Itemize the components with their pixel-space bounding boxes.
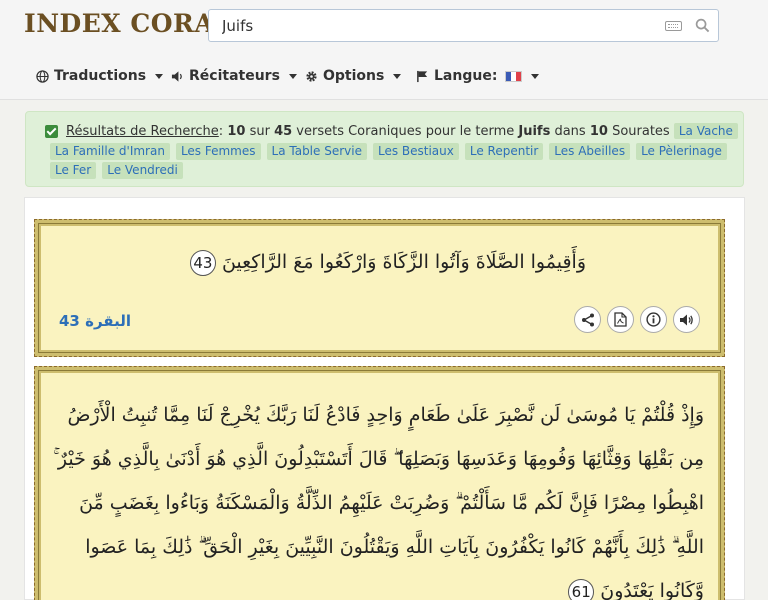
verse-reference[interactable]: البقرة 43 <box>59 312 131 330</box>
site-logo[interactable]: INDEX CORAN <box>24 9 238 38</box>
surah-tag[interactable]: Le Vendredi <box>102 162 183 179</box>
surah-tags-row-1: La Famille d'Imran Les Femmes La Table S… <box>50 143 727 160</box>
surah-tag[interactable]: Les Abeilles <box>549 143 631 160</box>
results-separator: : <box>218 123 224 139</box>
results-text-2: versets Coraniques pour le terme <box>296 123 515 139</box>
verse-line: وَّكَانُوا يَعْتَدُونَ <box>600 580 704 600</box>
verse-line: مِن بَقْلِهَا وَقِثَّائِهَا وَفُومِهَا و… <box>53 448 704 470</box>
verse-card: وَأَقِيمُوا الصَّلَاةَ وَآتُوا الزَّكَاة… <box>34 219 725 357</box>
verse-line: وَأَقِيمُوا الصَّلَاةَ وَآتُوا الزَّكَاة… <box>221 251 586 273</box>
share-button[interactable] <box>574 306 601 333</box>
surah-tag[interactable]: Les Femmes <box>175 143 261 160</box>
results-term: Juifs <box>518 123 551 139</box>
surah-tag[interactable]: Le Repentir <box>464 143 544 160</box>
info-icon <box>646 312 661 327</box>
chevron-down-icon <box>531 73 540 79</box>
language-menu[interactable]: Langue: <box>416 66 540 86</box>
verse-text: وَإِذْ قُلْتُمْ يَا مُوسَىٰ لَن نَّصْبِر… <box>53 393 704 600</box>
search-input[interactable] <box>209 10 649 41</box>
chevron-down-icon <box>288 73 297 79</box>
translations-menu[interactable]: Traductions <box>36 66 164 86</box>
results-link[interactable]: Résultats de Recherche <box>66 124 219 139</box>
keyboard-icon[interactable] <box>665 21 682 31</box>
options-menu[interactable]: Options <box>305 66 402 86</box>
check-icon <box>45 124 58 138</box>
translations-label: Traductions <box>54 68 147 84</box>
verse-text: وَأَقِيمُوا الصَّلَاةَ وَآتُوا الزَّكَاة… <box>189 250 586 276</box>
language-label: Langue: <box>434 68 498 84</box>
surah-tag[interactable]: La Famille d'Imran <box>50 143 170 160</box>
surah-tag[interactable]: Le Pèlerinage <box>636 143 727 160</box>
results-count: 10 <box>227 123 246 139</box>
verse-card: وَإِذْ قُلْتُمْ يَا مُوسَىٰ لَن نَّصْبِر… <box>34 366 725 600</box>
search-icon[interactable] <box>695 18 710 33</box>
results-total: 45 <box>274 123 293 139</box>
top-header: INDEX CORAN <box>0 0 768 50</box>
volume-icon <box>171 70 182 82</box>
chevron-down-icon <box>393 73 402 79</box>
gear-icon <box>306 70 317 82</box>
results-text-1: sur <box>249 123 270 139</box>
nav-bar: Traductions Récitateurs Options Langue: <box>0 50 768 100</box>
globe-icon <box>36 69 49 83</box>
verse-line: اهْبِطُوا مِصْرًا فَإِنَّ لَكُم مَّا سَأ… <box>79 492 704 514</box>
audio-icon <box>680 314 693 325</box>
results-text-4: Sourates <box>612 123 670 139</box>
share-icon <box>581 313 594 326</box>
audio-button[interactable] <box>673 306 700 333</box>
search-box <box>208 9 719 42</box>
surah-tags-row-2: Le Fer Le Vendredi <box>50 162 183 179</box>
ayah-number: 61 <box>568 579 595 600</box>
verse-line-last: وَّكَانُوا يَعْتَدُونَ 61 <box>55 569 704 600</box>
results-text-3: dans <box>554 123 586 139</box>
french-flag-icon <box>505 70 523 82</box>
surah-tag[interactable]: La Vache <box>673 123 738 139</box>
options-label: Options <box>323 68 385 84</box>
chevron-down-icon <box>155 73 164 79</box>
verse-line: وَإِذْ قُلْتُمْ يَا مُوسَىٰ لَن نَّصْبِر… <box>67 404 704 426</box>
surah-tag[interactable]: La Table Servie <box>266 143 367 160</box>
pdf-icon <box>614 312 627 327</box>
pdf-button[interactable] <box>607 306 634 333</box>
search-results-alert: Résultats de Recherche: 10 sur 45 verset… <box>25 111 744 187</box>
verses-panel: وَأَقِيمُوا الصَّلَاةَ وَآتُوا الزَّكَاة… <box>24 197 745 600</box>
surah-tag[interactable]: Le Fer <box>50 162 97 179</box>
info-button[interactable] <box>640 306 667 333</box>
verse-actions <box>574 306 700 333</box>
reciters-label: Récitateurs <box>189 68 280 84</box>
flag-icon <box>417 70 428 82</box>
reciters-menu[interactable]: Récitateurs <box>171 66 297 86</box>
ayah-number: 43 <box>189 250 216 276</box>
verse-line: اللَّهِ ۗ ذَٰلِكَ بِأَنَّهُمْ كَانُوا يَ… <box>85 536 704 558</box>
results-surah-count: 10 <box>589 123 608 139</box>
results-summary: Résultats de Recherche: 10 sur 45 verset… <box>45 123 738 139</box>
surah-tag[interactable]: Les Bestiaux <box>372 143 459 160</box>
